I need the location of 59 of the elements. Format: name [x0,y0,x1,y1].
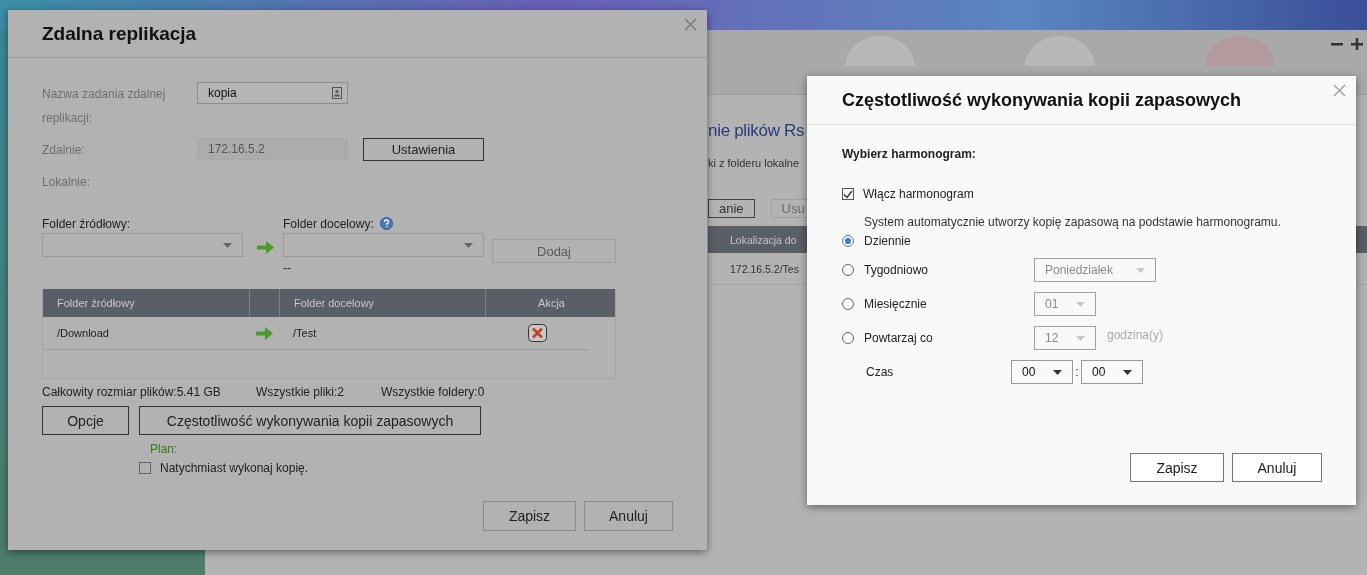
settings-button[interactable]: Ustawienia [363,138,484,161]
table-cell: /Test [293,327,317,339]
field-label: Nazwa zadania zdalnej replikacji: [42,86,167,127]
page-description: ki z folderu lokalne [708,157,800,169]
field-label: Folder docelowy: [283,216,374,231]
table-cell: 172.16.5.2/Tes [730,262,799,275]
cancel-button[interactable]: Anuluj [1232,453,1322,482]
right-arrow-icon [255,326,273,340]
radio-label: Tygodniowo [864,263,930,277]
radio-label: Miesięcznie [864,297,928,311]
options-button[interactable]: Opcje [42,406,129,435]
section-label: Wybierz harmonogram: [842,147,977,161]
target-folder-note: -- [283,261,292,275]
page-heading: nie plików Rs [708,121,805,141]
column-header: Akcja [538,297,565,309]
summary-text: Całkowity rozmiar plików:5.41 GB [42,385,222,399]
column-header: Folder źródłowy [57,297,135,309]
table-cell: /Download [57,327,109,339]
dropdown-caret-icon [223,242,232,248]
task-name-field[interactable]: kopia [197,82,348,104]
minute-select[interactable]: 00 [1081,360,1143,384]
dropdown-caret-icon [1136,267,1145,273]
enable-checkbox[interactable] [842,188,854,200]
save-button[interactable]: Zapisz [1130,453,1224,482]
dropdown-caret-icon [464,242,473,248]
close-button[interactable] [1333,84,1346,97]
schedule-note: System automatycznie utworzy kopię zapasową na podstawie harmonogramu. [864,215,1282,229]
dropdown-caret-icon [1076,301,1085,307]
immediate-checkbox[interactable] [139,462,151,474]
dialog-title: Zdalna replikacja [42,22,197,45]
unit-label: godzina(y) [1107,328,1164,342]
checkbox-label: Włącz harmonogram [863,187,974,201]
cancel-button[interactable]: Anuluj [584,501,673,531]
radio-label: Powtarzaj co [864,331,934,345]
help-icon[interactable] [379,217,393,230]
plus-icon[interactable] [1351,38,1363,50]
summary-text: Wszystkie pliki:2 [256,385,345,399]
column-header: Folder docelowy [294,297,375,309]
right-arrow-icon [257,241,274,254]
dropdown-caret-icon [1053,369,1062,375]
dialog-title: Częstotliwość wykonywania kopii zapasowych [842,89,1242,111]
schedule-button[interactable]: Częstotliwość wykonywania kopii zapasowych [139,406,481,435]
dropdown-caret-icon [1076,335,1085,341]
time-separator: : [1074,365,1080,379]
save-button[interactable]: Zapisz [483,501,576,531]
field-label: Lokalnie: [42,174,92,191]
radio-label: Dziennie [864,234,912,248]
summary-text: Wszystkie foldery:0 [381,385,486,399]
dropdown-caret-icon [1123,369,1132,375]
time-label: Czas [866,365,895,379]
contact-card-icon [332,87,342,99]
hour-select[interactable]: 00 [1011,360,1073,384]
plan-label: Plan: [150,442,179,456]
checkbox-label: Natychmiast wykonaj kopię. [160,461,309,475]
field-label: Zdalnie: [42,142,86,159]
toolbar-button[interactable]: anie [708,199,755,218]
delete-icon[interactable] [527,324,547,342]
field-label: Folder źródłowy: [42,216,131,231]
column-header: Lokalizacja do [730,233,797,246]
